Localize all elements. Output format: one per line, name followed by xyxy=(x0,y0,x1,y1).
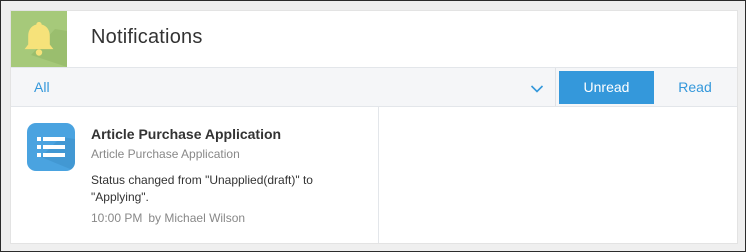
notification-item[interactable]: Article Purchase Application Article Pur… xyxy=(11,107,379,243)
filter-selected-value: All xyxy=(34,79,50,95)
window-frame: Notifications All Unread Read Article Pu… xyxy=(0,0,746,252)
bell-icon xyxy=(11,11,67,67)
notification-time: 10:00 PM xyxy=(91,211,143,225)
chevron-down-icon xyxy=(530,81,544,99)
notifications-panel: Notifications All Unread Read Article Pu… xyxy=(10,10,738,244)
read-tab-button[interactable]: Read xyxy=(661,71,729,104)
list-app-icon xyxy=(27,123,75,171)
notification-meta: 10:00 PM by Michael Wilson xyxy=(91,211,245,225)
notification-list: Article Purchase Application Article Pur… xyxy=(11,107,379,243)
notification-detail-pane xyxy=(380,107,737,243)
filter-bar: All Unread Read xyxy=(11,67,737,107)
notifications-header: Notifications xyxy=(11,11,737,67)
notification-app-name: Article Purchase Application xyxy=(91,147,240,161)
notification-title: Article Purchase Application xyxy=(91,126,282,142)
filter-divider xyxy=(555,68,556,106)
notification-message: Status changed from "Unapplied(draft)" t… xyxy=(91,173,313,204)
notification-author: by Michael Wilson xyxy=(148,211,246,225)
filter-dropdown[interactable]: All xyxy=(11,68,555,106)
unread-tab-button[interactable]: Unread xyxy=(559,71,654,104)
page-title: Notifications xyxy=(91,26,203,48)
